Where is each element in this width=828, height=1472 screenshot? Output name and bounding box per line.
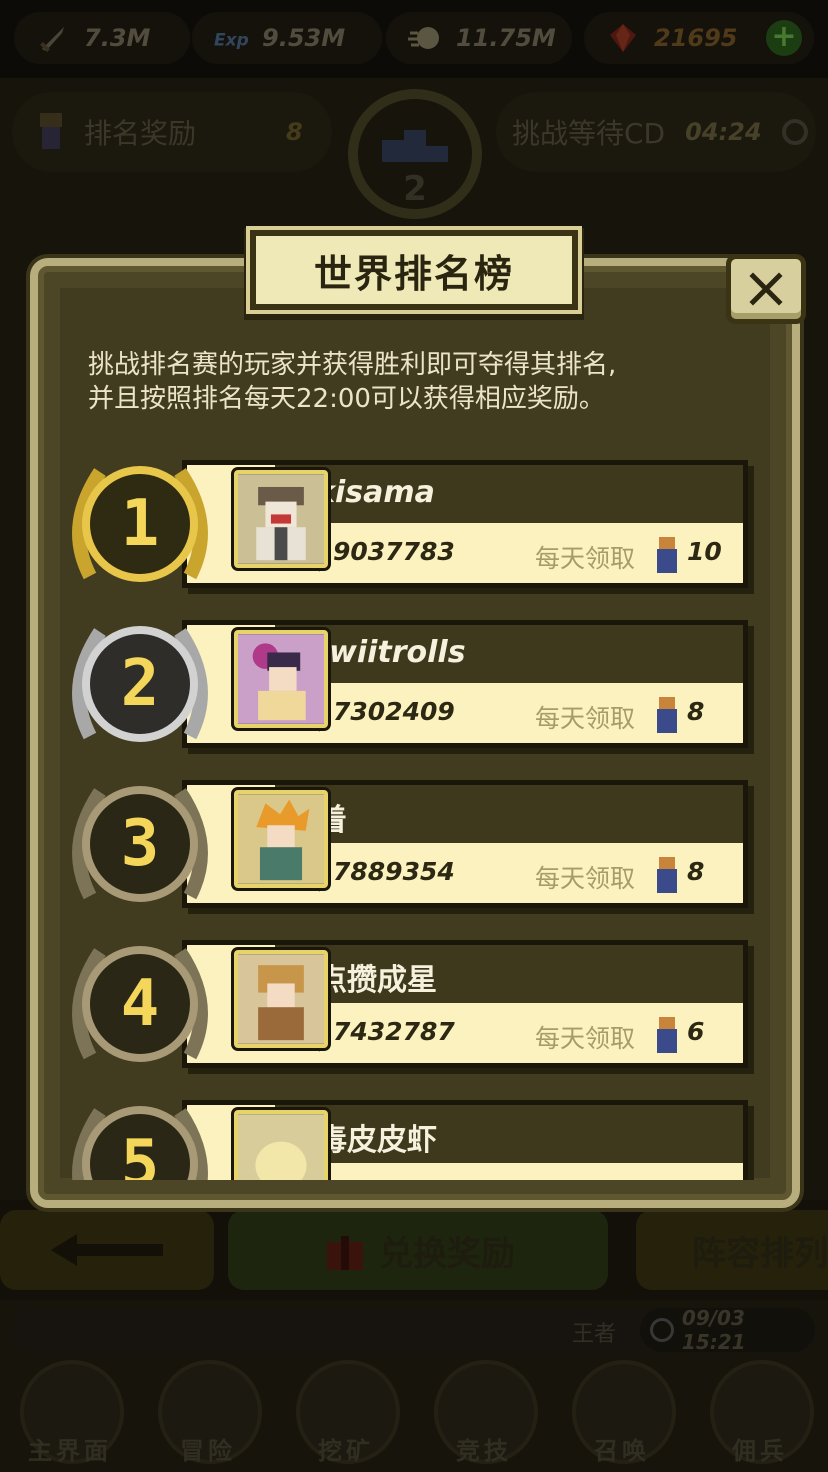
player-power: 7302409	[333, 697, 455, 726]
medal-icon	[657, 697, 677, 733]
player-avatar	[234, 790, 328, 888]
modal-title-tab: 世界排名榜	[250, 230, 578, 310]
player-avatar	[234, 470, 328, 568]
daily-reward-label: 每天领取	[535, 1024, 636, 1053]
modal-title: 世界排名榜	[313, 251, 514, 296]
rank-badge: 4	[60, 936, 220, 1076]
leaderboard-list[interactable]: cikisama 9037783 每天领取 10 1 Zewiitrolls 7…	[54, 458, 768, 1180]
close-button[interactable]	[726, 254, 806, 324]
rank-number: 1	[120, 487, 160, 561]
daily-reward-label: 每天领取	[535, 864, 636, 893]
player-power: 7889354	[333, 857, 455, 886]
description-line-1: 挑战排名赛的玩家并获得胜利即可夺得其排名,	[88, 350, 617, 380]
hooded-hero-icon	[238, 474, 324, 564]
rank-number: 3	[120, 807, 160, 881]
rank-number: 4	[120, 967, 160, 1041]
rank-badge: 1	[60, 458, 220, 596]
player-power: 9037783	[333, 537, 455, 566]
leaderboard-row[interactable]: cikisama 9037783 每天领取 10 1	[54, 458, 768, 606]
player-avatar	[234, 630, 328, 728]
close-icon	[749, 272, 783, 306]
medal-icon	[657, 537, 677, 573]
medal-icon	[657, 1017, 677, 1053]
daily-reward-label: 每天领取	[535, 704, 636, 733]
rank-badge: 3	[60, 776, 220, 916]
daily-reward-label: 每天领取	[535, 544, 636, 573]
leaderboard-row[interactable]: 看着 7889354 每天领取 8 3	[54, 778, 768, 926]
flower-mage-icon	[238, 634, 324, 724]
daily-reward-value: 10	[687, 537, 722, 566]
spiky-hair-hero-icon	[238, 794, 324, 884]
leaderboard-row[interactable]: 点点攒成星 7432787 每天领取 6 4	[54, 938, 768, 1086]
daily-reward-value: 6	[687, 1017, 705, 1046]
chick-hero-icon	[238, 1114, 324, 1180]
rank-badge: 5	[60, 1096, 220, 1180]
daily-reward-value: 8	[687, 857, 705, 886]
player-avatar	[234, 950, 328, 1048]
modal-description: 挑战排名赛的玩家并获得胜利即可夺得其排名, 并且按照排名每天22:00可以获得相…	[88, 348, 748, 416]
player-avatar	[234, 1110, 328, 1180]
rank-badge: 2	[60, 616, 220, 756]
daily-reward-value: 8	[687, 697, 705, 726]
rank-number: 5	[120, 1127, 160, 1180]
player-power: 7432787	[333, 1017, 455, 1046]
rank-number: 2	[120, 647, 160, 721]
description-line-2: 并且按照排名每天22:00可以获得相应奖励。	[88, 384, 605, 414]
medal-icon	[657, 857, 677, 893]
leaderboard-row[interactable]: 剧毒皮皮虾 5	[54, 1098, 768, 1180]
blonde-hero-icon	[238, 954, 324, 1044]
leaderboard-row[interactable]: Zewiitrolls 7302409 每天领取 8 2	[54, 618, 768, 766]
